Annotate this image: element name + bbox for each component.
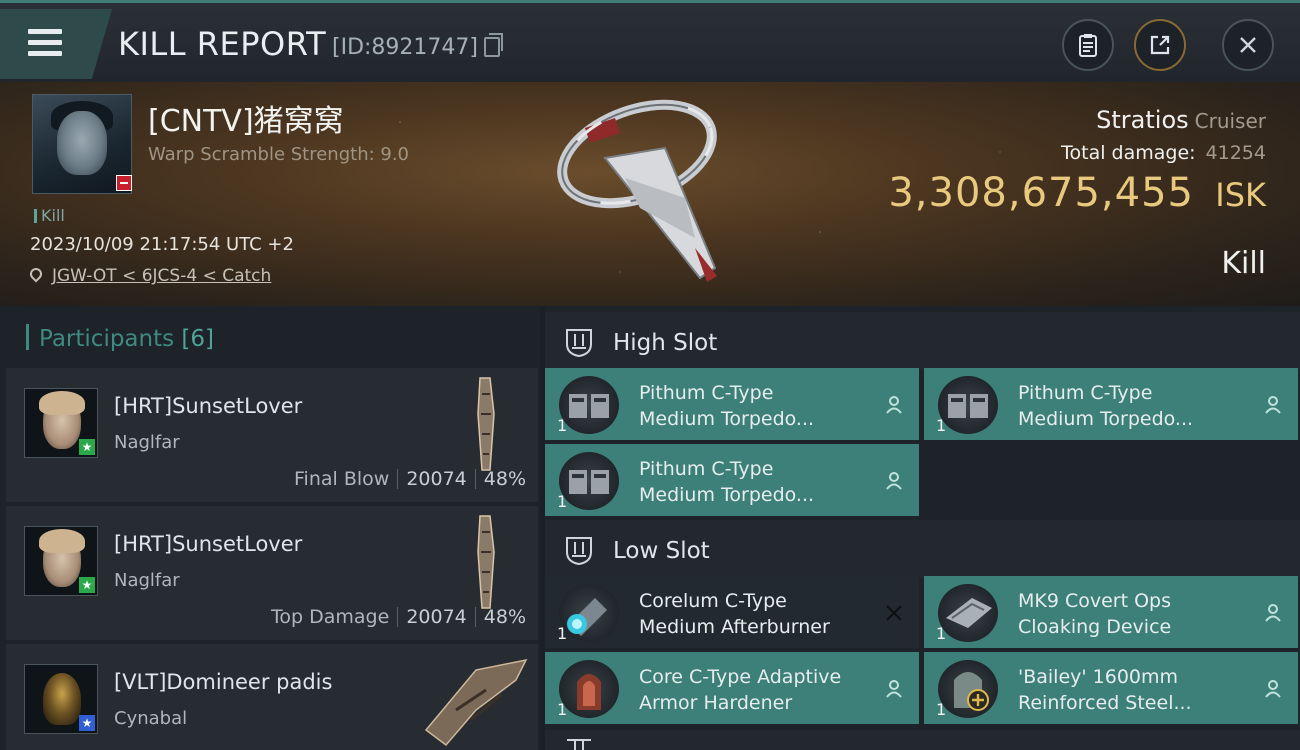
victim-name[interactable]: [CNTV]猪窝窝 [148, 96, 344, 140]
module-slot[interactable]: 1 Corelum C-Type Medium Afterburner [545, 576, 919, 648]
participant-ship-image [477, 377, 495, 471]
low-slot-header: Low Slot [545, 520, 1300, 578]
menu-button[interactable] [0, 9, 112, 79]
low-slot-icon [566, 537, 592, 566]
armor-plate-icon [938, 660, 998, 718]
close-button[interactable] [1222, 19, 1274, 71]
participant-card[interactable]: ★ [HRT]SunsetLover Naglfar Top Damage 200… [6, 506, 538, 640]
kill-timestamp: 2023/10/09 21:17:54 UTC +2 [30, 234, 294, 255]
participant-name: [HRT]SunsetLover [114, 394, 303, 418]
participant-ship-image [477, 515, 495, 609]
kill-location-link[interactable]: JGW-OT < 6JCS-4 < Catch [27, 265, 271, 286]
total-damage: Total damage: 41254 [1061, 142, 1266, 164]
star-badge-icon: ★ [79, 439, 95, 455]
victim-summary: [CNTV]猪窝窝 Warp Scramble Strength: 9.0 Ki… [0, 82, 1300, 306]
dropped-person-icon [886, 680, 902, 698]
participant-stats: Top Damage 20074 48% [271, 606, 526, 628]
victim-ship-image [557, 99, 717, 282]
module-slot[interactable]: 1 Pithum C-Type Medium Torpedo... [545, 444, 919, 516]
victim-ship-type[interactable]: Stratios Cruiser [1096, 106, 1266, 134]
location-pin-icon [27, 265, 45, 283]
star-badge-icon: ★ [79, 577, 95, 593]
module-name: Pithum C-Type Medium Torpedo... [639, 458, 815, 506]
participant-avatar[interactable]: ★ [24, 526, 98, 596]
report-id: [ID:8921747] [332, 35, 478, 60]
participants-panel: Participants [6] ★ [HRT]SunsetLover Nagl… [0, 306, 540, 750]
slot-icon-partial [567, 739, 591, 750]
participant-name: [VLT]Domineer padis [114, 670, 333, 694]
top-bar: KILL REPORT [ID:8921747] [0, 0, 1300, 82]
copy-icon[interactable] [484, 33, 503, 57]
share-button[interactable] [1134, 19, 1186, 71]
participants-header: Participants [6] [26, 324, 214, 352]
participant-ship: Cynabal [114, 708, 188, 729]
participant-avatar[interactable]: ★ [24, 388, 98, 458]
cloaking-device-icon [938, 584, 998, 642]
module-name: Core C-Type Adaptive Armor Hardener [639, 666, 842, 714]
clipboard-button[interactable] [1062, 19, 1114, 71]
dropped-person-icon [886, 396, 902, 414]
participant-ship: Naglfar [114, 570, 180, 591]
kill-result: Kill [1221, 246, 1266, 281]
fitting-panel: High Slot 1 Pithum C-Type Medium Torpedo.… [545, 306, 1300, 750]
participant-ship: Naglfar [114, 432, 180, 453]
close-icon [1240, 37, 1256, 53]
afterburner-icon [559, 584, 619, 642]
torpedo-launcher-icon [938, 376, 998, 434]
dropped-person-icon [1265, 396, 1281, 414]
high-slot-icon [566, 329, 592, 358]
module-slot[interactable]: 1 Core C-Type Adaptive Armor Hardener [545, 652, 919, 724]
participant-card[interactable]: ★ [HRT]SunsetLover Naglfar Final Blow 200… [6, 368, 538, 502]
participant-ship-image [424, 658, 528, 747]
module-name: Pithum C-Type Medium Torpedo... [1018, 382, 1194, 430]
isk-value: 3,308,675,455 [888, 170, 1194, 216]
module-slot[interactable]: 1 Pithum C-Type Medium Torpedo... [545, 368, 919, 440]
warp-scramble-strength: Warp Scramble Strength: 9.0 [148, 144, 410, 165]
torpedo-launcher-icon [559, 452, 619, 510]
kill-tag: Kill [34, 206, 65, 225]
dropped-person-icon [1265, 680, 1281, 698]
participant-stats: Final Blow 20074 48% [294, 468, 526, 490]
share-icon [1150, 35, 1170, 55]
next-slot-header [545, 730, 1300, 750]
module-name: Corelum C-Type Medium Afterburner [639, 590, 830, 638]
module-slot[interactable]: 1 MK9 Covert Ops Cloaking Device [924, 576, 1298, 648]
module-name: Pithum C-Type Medium Torpedo... [639, 382, 815, 430]
armor-hardener-icon [559, 660, 619, 718]
module-name: MK9 Covert Ops Cloaking Device [1018, 590, 1172, 638]
high-slot-header: High Slot [545, 312, 1300, 370]
destroyed-x-icon [886, 605, 902, 621]
star-badge-icon: ★ [79, 715, 95, 731]
participant-avatar[interactable]: ★ [24, 664, 98, 734]
dropped-person-icon [1265, 604, 1281, 622]
torpedo-launcher-icon [559, 376, 619, 434]
module-slot[interactable]: 1 Pithum C-Type Medium Torpedo... [924, 368, 1298, 440]
participant-card[interactable]: ★ [VLT]Domineer padis Cynabal [6, 644, 538, 750]
standing-negative-icon [116, 175, 132, 191]
module-slot[interactable]: 1 'Bailey' 1600mm Reinforced Steel... [924, 652, 1298, 724]
participant-name: [HRT]SunsetLover [114, 532, 303, 556]
isk-unit: ISK [1215, 176, 1266, 214]
dropped-person-icon [886, 472, 902, 490]
kill-tag-icon [34, 209, 37, 223]
clipboard-icon [1079, 34, 1097, 57]
module-name: 'Bailey' 1600mm Reinforced Steel... [1018, 666, 1192, 714]
page-title: KILL REPORT [118, 25, 327, 63]
